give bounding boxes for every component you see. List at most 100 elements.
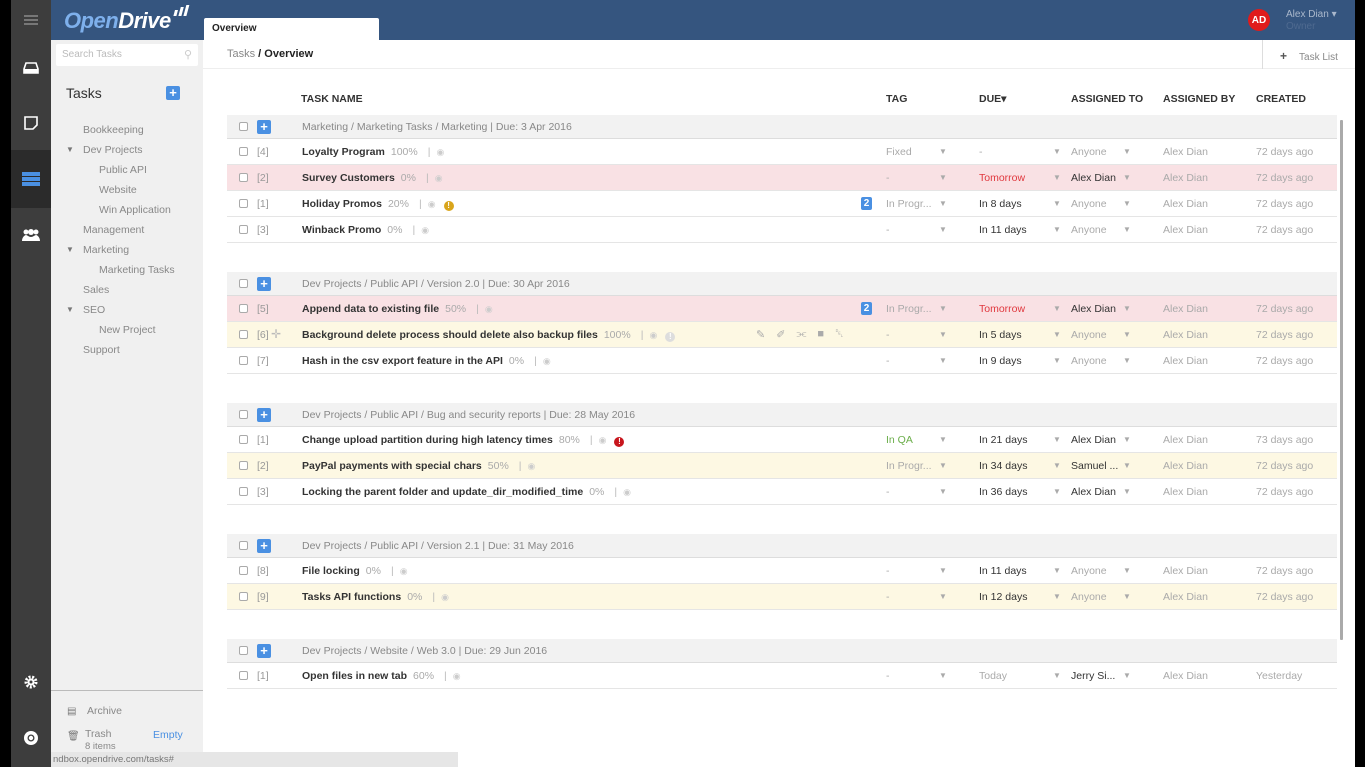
- avatar[interactable]: AD: [1248, 9, 1270, 31]
- group-checkbox[interactable]: [239, 541, 248, 550]
- task-tag[interactable]: -: [886, 355, 890, 367]
- task-name[interactable]: Append data to existing file: [302, 303, 439, 315]
- task-assigned-to[interactable]: Alex Dian: [1071, 172, 1116, 184]
- task-due[interactable]: In 21 days: [979, 434, 1027, 446]
- assignee-dropdown-icon[interactable]: ▼: [1123, 671, 1131, 680]
- assignee-dropdown-icon[interactable]: ▼: [1123, 225, 1131, 234]
- assignee-dropdown-icon[interactable]: ▼: [1123, 304, 1131, 313]
- table-row[interactable]: [5] Append data to existing file 50% | ◉ 2 In …: [227, 296, 1337, 322]
- add-task-button[interactable]: +: [257, 408, 271, 422]
- assignee-dropdown-icon[interactable]: ▼: [1123, 566, 1131, 575]
- row-checkbox[interactable]: [239, 592, 248, 601]
- trash-link[interactable]: Trash: [85, 728, 111, 740]
- task-assigned-to[interactable]: Anyone: [1071, 591, 1107, 603]
- tag-dropdown-icon[interactable]: ▼: [939, 592, 947, 601]
- col-assigned-by[interactable]: ASSIGNED BY: [1163, 93, 1235, 105]
- sidebar-item[interactable]: Marketing Tasks: [51, 260, 203, 280]
- task-name[interactable]: Locking the parent folder and update_dir…: [302, 486, 583, 498]
- task-due[interactable]: In 34 days: [979, 460, 1027, 472]
- add-task-button[interactable]: +: [257, 539, 271, 553]
- assignee-dropdown-icon[interactable]: ▼: [1123, 199, 1131, 208]
- task-assigned-to[interactable]: Jerry Si...: [1071, 670, 1115, 682]
- group-path[interactable]: Marketing / Marketing Tasks / Marketing …: [302, 121, 572, 133]
- task-tag[interactable]: -: [886, 670, 890, 682]
- task-name[interactable]: Winback Promo: [302, 224, 381, 236]
- task-assigned-to[interactable]: Anyone: [1071, 565, 1107, 577]
- drag-handle-icon[interactable]: ✛: [271, 327, 281, 341]
- due-dropdown-icon[interactable]: ▼: [1053, 225, 1061, 234]
- table-row[interactable]: [1] Change upload partition during high l…: [227, 427, 1337, 453]
- task-assigned-to[interactable]: Anyone: [1071, 224, 1107, 236]
- brush-icon[interactable]: ✐: [776, 328, 785, 341]
- comment-count-badge[interactable]: 2: [861, 197, 872, 210]
- eye-icon[interactable]: ◉: [543, 356, 551, 366]
- row-checkbox[interactable]: [239, 304, 248, 313]
- archive-link[interactable]: Archive: [87, 705, 122, 717]
- task-assigned-to[interactable]: Anyone: [1071, 146, 1107, 158]
- task-assigned-to[interactable]: Samuel ...: [1071, 460, 1118, 472]
- tab-overview[interactable]: Overview: [204, 18, 379, 40]
- settings-icon[interactable]: [11, 662, 51, 702]
- task-name[interactable]: Survey Customers: [302, 172, 395, 184]
- task-tag[interactable]: -: [886, 172, 890, 184]
- due-dropdown-icon[interactable]: ▼: [1053, 461, 1061, 470]
- task-due[interactable]: Tomorrow: [979, 303, 1025, 315]
- assignee-dropdown-icon[interactable]: ▼: [1123, 461, 1131, 470]
- due-dropdown-icon[interactable]: ▼: [1053, 671, 1061, 680]
- task-assigned-to[interactable]: Alex Dian: [1071, 486, 1116, 498]
- eye-icon[interactable]: ◉: [649, 330, 657, 340]
- task-due[interactable]: In 12 days: [979, 591, 1027, 603]
- table-row[interactable]: [7] Hash in the csv export feature in the…: [227, 348, 1337, 374]
- task-assigned-to[interactable]: Anyone: [1071, 355, 1107, 367]
- sidebar-item[interactable]: ▼ Marketing: [51, 240, 203, 260]
- sidebar-item[interactable]: Public API: [51, 160, 203, 180]
- group-path[interactable]: Dev Projects / Website / Web 3.0 | Due: …: [302, 645, 547, 657]
- tag-dropdown-icon[interactable]: ▼: [939, 566, 947, 575]
- eye-icon[interactable]: ◉: [421, 225, 429, 235]
- scrollbar[interactable]: [1340, 120, 1343, 640]
- row-checkbox[interactable]: [239, 487, 248, 496]
- eye-icon[interactable]: ◉: [528, 461, 536, 471]
- row-checkbox[interactable]: [239, 147, 248, 156]
- sidebar-item[interactable]: Bookkeeping: [51, 120, 203, 140]
- task-name[interactable]: Tasks API functions: [302, 591, 401, 603]
- task-name[interactable]: Open files in new tab: [302, 670, 407, 682]
- tag-dropdown-icon[interactable]: ▼: [939, 671, 947, 680]
- task-assigned-to[interactable]: Anyone: [1071, 198, 1107, 210]
- edit-icon[interactable]: ✎: [756, 328, 765, 341]
- due-dropdown-icon[interactable]: ▼: [1053, 147, 1061, 156]
- due-dropdown-icon[interactable]: ▼: [1053, 566, 1061, 575]
- assignee-dropdown-icon[interactable]: ▼: [1123, 435, 1131, 444]
- tag-dropdown-icon[interactable]: ▼: [939, 304, 947, 313]
- task-tag[interactable]: -: [886, 224, 890, 236]
- row-checkbox[interactable]: [239, 330, 248, 339]
- table-row[interactable]: [1] Holiday Promos 20% | ◉! 2 In Progr... ▼ In 8…: [227, 191, 1337, 217]
- table-row[interactable]: [4] Loyalty Program 100% | ◉ Fixed ▼ - ▼ Anyone ▼ A…: [227, 139, 1337, 165]
- eye-icon[interactable]: ◉: [485, 304, 493, 314]
- table-row[interactable]: [3] Locking the parent folder and update_…: [227, 479, 1337, 505]
- tag-dropdown-icon[interactable]: ▼: [939, 199, 947, 208]
- table-row[interactable]: [3] Winback Promo 0% | ◉ - ▼ In 11 days ▼ Anyone ▼…: [227, 217, 1337, 243]
- tag-dropdown-icon[interactable]: ▼: [939, 173, 947, 182]
- table-row[interactable]: [6] ✛ Background delete process should del…: [227, 322, 1337, 348]
- group-checkbox[interactable]: [239, 410, 248, 419]
- row-checkbox[interactable]: [239, 566, 248, 575]
- assignee-dropdown-icon[interactable]: ▼: [1123, 173, 1131, 182]
- group-checkbox[interactable]: [239, 646, 248, 655]
- eye-icon[interactable]: ◉: [400, 566, 408, 576]
- row-checkbox[interactable]: [239, 671, 248, 680]
- group-checkbox[interactable]: [239, 279, 248, 288]
- task-tag[interactable]: -: [886, 486, 890, 498]
- task-due[interactable]: In 9 days: [979, 355, 1022, 367]
- eye-icon[interactable]: ◉: [623, 487, 631, 497]
- task-due[interactable]: -: [979, 146, 983, 158]
- task-assigned-to[interactable]: Alex Dian: [1071, 303, 1116, 315]
- sidebar-item[interactable]: Sales: [51, 280, 203, 300]
- tag-dropdown-icon[interactable]: ▼: [939, 330, 947, 339]
- group-path[interactable]: Dev Projects / Public API / Bug and secu…: [302, 409, 635, 421]
- share-icon[interactable]: ⫘: [796, 328, 806, 341]
- task-due[interactable]: In 36 days: [979, 486, 1027, 498]
- sidebar-item[interactable]: Website: [51, 180, 203, 200]
- table-row[interactable]: [2] PayPal payments with special chars 50%…: [227, 453, 1337, 479]
- task-tag[interactable]: -: [886, 565, 890, 577]
